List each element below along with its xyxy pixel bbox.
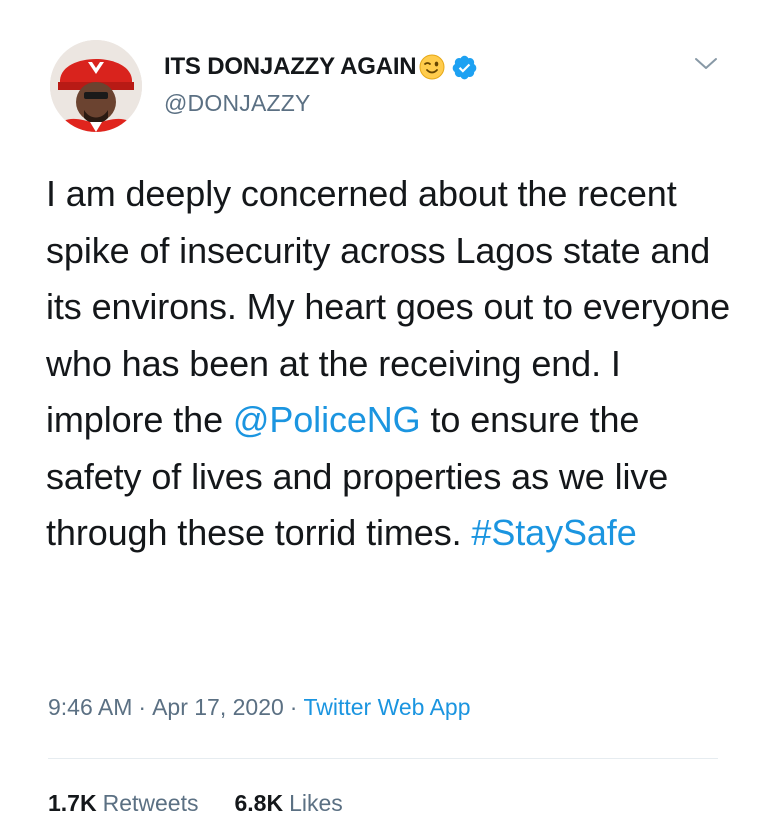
- profile-photo: [50, 40, 142, 132]
- hashtag-link[interactable]: #StaySafe: [471, 512, 636, 553]
- tweet-card: ITS DONJAZZY AGAIN @DONJAZZY I am deeply…: [0, 0, 768, 836]
- likes-stat[interactable]: 6.8K Likes: [234, 790, 342, 817]
- retweets-stat[interactable]: 1.7K Retweets: [48, 790, 198, 817]
- winking-face-icon: [419, 54, 445, 80]
- divider: [48, 758, 718, 759]
- verified-badge-icon: [451, 54, 478, 81]
- handle[interactable]: @DONJAZZY: [164, 90, 478, 117]
- chevron-down-icon[interactable]: [692, 54, 720, 74]
- source-app-link[interactable]: Twitter Web App: [303, 694, 470, 720]
- display-name[interactable]: ITS DONJAZZY AGAIN: [164, 53, 417, 81]
- retweets-label: Retweets: [102, 790, 199, 816]
- meta-separator: ·: [138, 694, 147, 720]
- display-name-row: ITS DONJAZZY AGAIN: [164, 50, 478, 84]
- retweets-count: 1.7K: [48, 790, 97, 816]
- tweet-text: I am deeply concerned about the recent s…: [46, 166, 736, 562]
- avatar[interactable]: [50, 40, 142, 132]
- tweet-time[interactable]: 9:46 AM: [48, 694, 132, 720]
- mention-link[interactable]: @PoliceNG: [233, 399, 421, 440]
- tweet-meta: 9:46 AM · Apr 17, 2020 · Twitter Web App: [48, 694, 471, 721]
- meta-separator: ·: [289, 694, 298, 720]
- likes-label: Likes: [289, 790, 343, 816]
- tweet-date[interactable]: Apr 17, 2020: [152, 694, 284, 720]
- tweet-header: ITS DONJAZZY AGAIN @DONJAZZY: [50, 40, 720, 140]
- author-info: ITS DONJAZZY AGAIN @DONJAZZY: [164, 50, 478, 117]
- tweet-stats: 1.7K Retweets 6.8K Likes: [48, 790, 343, 817]
- likes-count: 6.8K: [234, 790, 284, 816]
